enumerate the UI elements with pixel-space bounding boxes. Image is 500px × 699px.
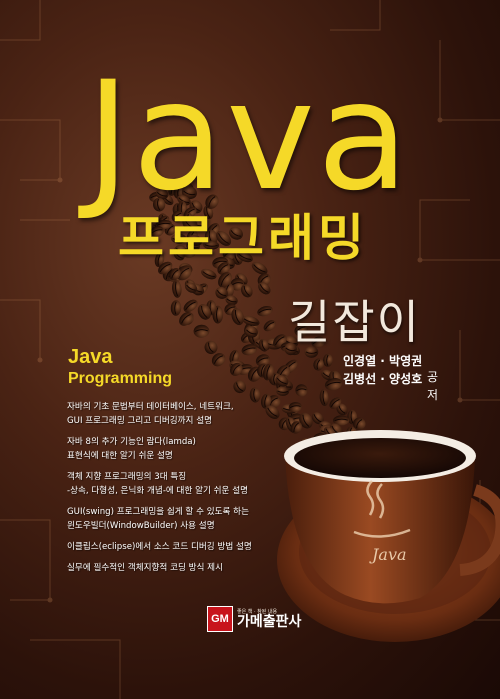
feature-item: 이클립스(eclipse)에서 소스 코드 디버깅 방법 설명: [67, 540, 317, 554]
publisher-logo: GM: [207, 606, 233, 632]
publisher: GM 좋은 책 · 참된 내용 가메출판사: [207, 606, 301, 632]
feature-line: 실무에 필수적인 객체지향적 코딩 방식 제시: [67, 563, 223, 573]
title-java: Java: [86, 50, 411, 224]
cup-java-text: Java: [369, 545, 407, 564]
feature-line: GUI(swing) 프로그래밍을 쉽게 할 수 있도록 하는: [67, 507, 249, 517]
authors: 인경열 · 박영권 김병선 · 양성호 공저: [343, 352, 438, 402]
feature-item: 실무에 필수적인 객체지향적 코딩 방식 제시: [67, 561, 317, 575]
publisher-name: 가메출판사: [237, 613, 302, 630]
title-programming: 프로그래밍: [118, 209, 368, 267]
feature-item: 자바 8의 추가 기능인 람다(lamda) 표현식에 대한 알기 쉬운 설명: [67, 435, 317, 463]
feature-list: 자바의 기초 문법부터 데이터베이스, 네트워크, GUI 프로그래밍 그리고 …: [67, 400, 317, 582]
feature-item: 객체 지향 프로그래밍의 3대 특징 -상속, 다형성, 은닉화 개념-에 대한…: [67, 470, 317, 498]
authors-line-1: 인경열 · 박영권: [343, 354, 423, 368]
authors-suffix: 공저: [427, 370, 439, 402]
feature-line: 객체 지향 프로그래밍의 3대 특징: [67, 472, 187, 482]
title-guide: 길잡이: [288, 295, 421, 349]
feature-line: -상속, 다형성, 은닉화 개념-에 대한 알기 쉬운 설명: [67, 486, 249, 496]
authors-line-2: 김병선 · 양성호: [343, 372, 423, 386]
feature-item: GUI(swing) 프로그래밍을 쉽게 할 수 있도록 하는 윈도우빌더(Wi…: [67, 505, 317, 533]
subtitle-programming: Programming: [68, 370, 173, 387]
feature-line: 윈도우빌더(WindowBuilder) 사용 설명: [67, 521, 215, 531]
feature-line: 자바의 기초 문법부터 데이터베이스, 네트워크,: [67, 402, 234, 412]
feature-line: 표현식에 대한 알기 쉬운 설명: [67, 451, 173, 461]
subtitle-java: Java: [68, 346, 113, 368]
feature-line: GUI 프로그래밍 그리고 디버깅까지 설명: [67, 416, 213, 426]
feature-line: 자바 8의 추가 기능인 람다(lamda): [67, 437, 196, 447]
book-cover: Java Java 프로그래밍 길잡이 Java Programming 인경열…: [0, 0, 500, 699]
feature-item: 자바의 기초 문법부터 데이터베이스, 네트워크, GUI 프로그래밍 그리고 …: [67, 400, 317, 428]
publisher-text: 좋은 책 · 참된 내용 가메출판사: [237, 609, 302, 630]
feature-line: 이클립스(eclipse)에서 소스 코드 디버깅 방법 설명: [67, 542, 252, 552]
